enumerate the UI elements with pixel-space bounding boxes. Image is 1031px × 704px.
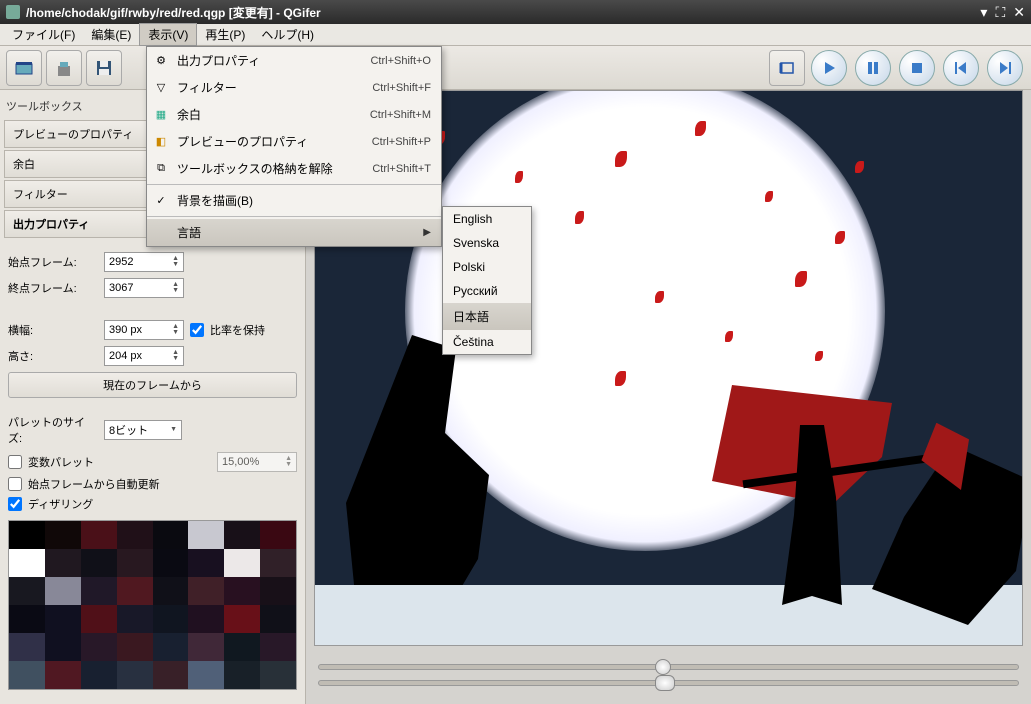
- menu-preview-properties[interactable]: ◧ プレビューのプロパティ Ctrl+Shift+P: [147, 128, 441, 155]
- export-gif-button[interactable]: [46, 50, 82, 86]
- menu-view[interactable]: 表示(V): [139, 23, 197, 46]
- keep-ratio-checkbox[interactable]: [190, 323, 204, 337]
- play-button[interactable]: [811, 50, 847, 86]
- save-button[interactable]: [86, 50, 122, 86]
- gear-icon: ⚙: [153, 53, 169, 69]
- lang-english[interactable]: English: [443, 207, 531, 231]
- menu-file[interactable]: ファイル(F): [4, 24, 83, 45]
- lang-polski[interactable]: Polski: [443, 255, 531, 279]
- menu-filters[interactable]: ▽ フィルター Ctrl+Shift+F: [147, 74, 441, 101]
- menu-margins[interactable]: ▦ 余白 Ctrl+Shift+M: [147, 101, 441, 128]
- stop-button[interactable]: [899, 50, 935, 86]
- open-video-button[interactable]: [6, 50, 42, 86]
- chevron-right-icon: ▶: [423, 227, 431, 238]
- variable-palette-label: 変数パレット: [28, 454, 94, 470]
- start-frame-label: 始点フレーム:: [8, 254, 98, 270]
- auto-update-label: 始点フレームから自動更新: [28, 476, 160, 492]
- position-slider[interactable]: [318, 664, 1019, 670]
- start-frame-input[interactable]: 2952▲▼: [104, 252, 184, 272]
- app-icon: [6, 5, 20, 19]
- palette-size-select[interactable]: 8ビット▼: [104, 420, 182, 440]
- menu-draw-background[interactable]: ✓ 背景を描画(B): [147, 187, 441, 214]
- undock-icon: ⧉: [153, 161, 169, 177]
- height-label: 高さ:: [8, 348, 98, 364]
- set-start-button[interactable]: [769, 50, 805, 86]
- pause-button[interactable]: [855, 50, 891, 86]
- range-slider[interactable]: [318, 680, 1019, 686]
- minimize-icon[interactable]: ▾: [980, 4, 987, 21]
- menu-edit[interactable]: 編集(E): [83, 24, 139, 45]
- preview-icon: ◧: [153, 134, 169, 150]
- dithering-label: ディザリング: [28, 496, 93, 512]
- palette-preview: [8, 520, 297, 690]
- window-title: /home/chodak/gif/rwby/red/red.qgp [変更有] …: [26, 4, 980, 21]
- dithering-checkbox[interactable]: [8, 497, 22, 511]
- lang-japanese[interactable]: 日本語: [443, 303, 531, 330]
- menubar: ファイル(F) 編集(E) 表示(V) 再生(P) ヘルプ(H): [0, 24, 1031, 46]
- variable-palette-checkbox[interactable]: [8, 455, 22, 469]
- menu-output-properties[interactable]: ⚙ 出力プロパティ Ctrl+Shift+O: [147, 47, 441, 74]
- close-icon[interactable]: ✕: [1013, 4, 1025, 21]
- titlebar: /home/chodak/gif/rwby/red/red.qgp [変更有] …: [0, 0, 1031, 24]
- height-input[interactable]: 204 px▲▼: [104, 346, 184, 366]
- end-frame-input[interactable]: 3067▲▼: [104, 278, 184, 298]
- check-icon: ✓: [153, 193, 169, 209]
- lang-czech[interactable]: Čeština: [443, 330, 531, 354]
- from-current-frame-button[interactable]: 現在のフレームから: [8, 372, 297, 398]
- width-label: 横幅:: [8, 322, 98, 338]
- menu-play[interactable]: 再生(P): [197, 24, 253, 45]
- width-input[interactable]: 390 px▲▼: [104, 320, 184, 340]
- view-menu-dropdown: ⚙ 出力プロパティ Ctrl+Shift+O ▽ フィルター Ctrl+Shif…: [146, 46, 442, 247]
- end-frame-label: 終点フレーム:: [8, 280, 98, 296]
- output-panel: 始点フレーム: 2952▲▼ 終点フレーム: 3067▲▼ 横幅: 390 px…: [4, 240, 301, 696]
- funnel-icon: ▽: [153, 80, 169, 96]
- auto-update-checkbox[interactable]: [8, 477, 22, 491]
- language-submenu: English Svenska Polski Русский 日本語 Češti…: [442, 206, 532, 355]
- menu-language[interactable]: 言語 ▶: [147, 219, 441, 246]
- lang-russian[interactable]: Русский: [443, 279, 531, 303]
- menu-help[interactable]: ヘルプ(H): [253, 24, 322, 45]
- palette-size-label: パレットのサイズ:: [8, 414, 98, 446]
- variable-palette-pct[interactable]: 15,00%▲▼: [217, 452, 297, 472]
- prev-frame-button[interactable]: [943, 50, 979, 86]
- next-frame-button[interactable]: [987, 50, 1023, 86]
- menu-undock-toolbox[interactable]: ⧉ ツールボックスの格納を解除 Ctrl+Shift+T: [147, 155, 441, 182]
- maximize-icon[interactable]: ⛶: [995, 4, 1005, 21]
- keep-ratio-label: 比率を保持: [210, 322, 265, 338]
- margins-icon: ▦: [153, 107, 169, 123]
- lang-svenska[interactable]: Svenska: [443, 231, 531, 255]
